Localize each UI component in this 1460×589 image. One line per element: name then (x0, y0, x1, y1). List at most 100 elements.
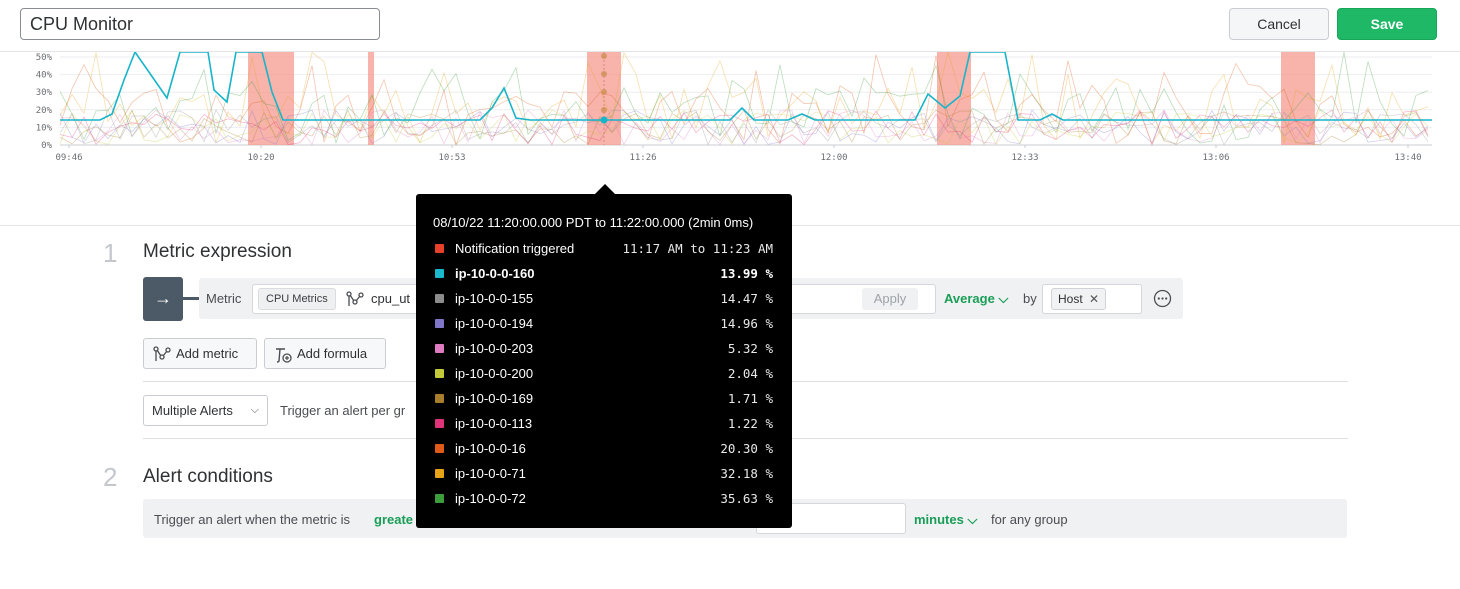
series-swatch (435, 369, 444, 378)
section-title-conditions: Alert conditions (143, 466, 273, 487)
metric-label: Metric (206, 291, 242, 306)
series-name: ip-10-0-0-200 (455, 366, 534, 381)
series-swatch (435, 444, 444, 453)
formula-icon (276, 348, 292, 363)
top-bar: CPU Monitor Cancel Save (0, 0, 1460, 52)
series-value: 20.30 % (720, 441, 773, 456)
series-name: ip-10-0-0-194 (455, 316, 534, 331)
series-value: 5.32 % (727, 341, 773, 356)
cpu-chart[interactable]: 50% 40% 30% 20% 10% 0% 09:46 10:20 10:53 11:26 12… (0, 52, 1460, 172)
series-value: 14.96 % (720, 316, 773, 331)
metric-source-tag[interactable]: CPU Metrics (258, 288, 336, 310)
series-value: 14.47 % (720, 291, 773, 306)
condition-suffix: for any group (991, 512, 1068, 527)
series-name: ip-10-0-0-71 (455, 466, 526, 481)
series-name: ip-10-0-0-113 (455, 416, 533, 431)
x-tick-label: 10:53 (438, 153, 465, 163)
metric-name[interactable]: cpu_ut (371, 291, 410, 306)
condition-prefix: Trigger an alert when the metric is (154, 512, 351, 527)
y-axis-labels: 50% 40% 30% 20% 10% 0% (36, 53, 53, 151)
tooltip-caret (595, 184, 615, 194)
more-options-icon[interactable] (1153, 289, 1172, 308)
y-tick-label: 40% (36, 71, 53, 81)
chevron-down-icon: ⌵ (250, 404, 259, 416)
add-metric-label: Add metric (176, 346, 239, 361)
alert-mode-label: Multiple Alerts (152, 403, 233, 418)
tooltip-series-row: ip-10-0-0-169 1.71 % (433, 389, 773, 409)
tooltip-series-row: ip-10-0-0-16 20.30 % (433, 439, 773, 459)
aggregation-dropdown[interactable]: Average ⌵ (944, 291, 1008, 307)
series-value: 32.18 % (720, 466, 773, 481)
series-value: 1.71 % (727, 391, 773, 406)
tooltip-series-row: ip-10-0-0-194 14.96 % (433, 314, 773, 334)
aggregation-label: Average (944, 291, 995, 306)
series-swatch (435, 344, 444, 353)
series-value: 2.04 % (727, 366, 773, 381)
crosshair-point (601, 53, 607, 59)
tooltip-series-row: ip-10-0-0-72 35.63 % (433, 489, 773, 509)
unit-dropdown[interactable]: minutes ⌵ (914, 512, 977, 528)
crosshair-point (601, 107, 607, 113)
series-name: ip-10-0-0-155 (455, 291, 534, 306)
condition-operator-dropdown[interactable]: greate (374, 512, 413, 527)
save-button[interactable]: Save (1337, 8, 1437, 40)
add-formula-button[interactable]: Add formula (264, 338, 386, 369)
y-tick-label: 50% (36, 53, 53, 63)
tooltip-series-row: ip-10-0-0-155 14.47 % (433, 289, 773, 309)
y-tick-label: 30% (36, 88, 53, 98)
x-tick-label: 09:46 (55, 153, 82, 163)
tooltip-series-row: ip-10-0-0-200 2.04 % (433, 364, 773, 384)
metric-icon (346, 291, 364, 306)
x-tick-label: 13:40 (1394, 153, 1421, 163)
close-icon[interactable]: ✕ (1089, 292, 1099, 306)
series-swatch (435, 494, 444, 503)
cancel-button[interactable]: Cancel (1229, 8, 1329, 40)
step-number-2: 2 (103, 462, 118, 492)
hover-point (600, 116, 608, 124)
notification-label: Notification triggered (455, 241, 575, 256)
x-tick-label: 10:20 (247, 153, 274, 163)
alert-mode-select[interactable]: Multiple Alerts ⌵ (143, 395, 268, 426)
metric-icon (153, 346, 171, 361)
series-name: ip-10-0-0-169 (455, 391, 534, 406)
group-by-tag-label: Host (1058, 292, 1083, 306)
tooltip-series-row: ip-10-0-0-71 32.18 % (433, 464, 773, 484)
tooltip-series-row: ip-10-0-0-203 5.32 % (433, 339, 773, 359)
series-name: ip-10-0-0-72 (455, 491, 526, 506)
by-label: by (1023, 291, 1037, 306)
tooltip-series-row: ip-10-0-0-160 13.99 % (433, 264, 773, 284)
series-swatch (435, 419, 444, 428)
chevron-down-icon: ⌵ (998, 291, 1009, 306)
monitor-title-input[interactable]: CPU Monitor (20, 8, 380, 40)
tooltip-series-row: ip-10-0-0-113 1.22 % (433, 414, 773, 434)
series-name: ip-10-0-0-16 (455, 441, 526, 456)
series-swatch (435, 269, 444, 278)
notification-value: 11:17 AM to 11:23 AM (622, 241, 773, 256)
series-swatch (435, 394, 444, 403)
unit-label: minutes (914, 512, 964, 527)
query-arrow-icon[interactable]: → (143, 277, 183, 321)
tooltip-time-range: 08/10/22 11:20:00.000 PDT to 11:22:00.00… (433, 215, 754, 230)
series-swatch (435, 319, 444, 328)
crosshair-point (601, 71, 607, 77)
x-tick-label: 12:33 (1011, 153, 1038, 163)
add-formula-label: Add formula (297, 346, 368, 361)
y-tick-label: 0% (41, 141, 52, 151)
x-tick-label: 13:06 (1202, 153, 1229, 163)
y-tick-label: 20% (36, 106, 53, 116)
x-axis-labels: 09:46 10:20 10:53 11:26 12:00 12:33 13:06 13:40 (55, 153, 1421, 163)
tooltip-notification-row: Notification triggered 11:17 AM to 11:23… (433, 239, 773, 259)
group-by-tag[interactable]: Host ✕ (1051, 288, 1107, 310)
query-connector (183, 297, 199, 300)
section-title-metric: Metric expression (143, 241, 292, 262)
step-number-1: 1 (103, 238, 118, 268)
series-value: 35.63 % (720, 491, 773, 506)
series-swatch (435, 469, 444, 478)
chart-tooltip: 08/10/22 11:20:00.000 PDT to 11:22:00.00… (416, 194, 792, 528)
series-value: 13.99 % (720, 266, 773, 281)
add-metric-button[interactable]: Add metric (143, 338, 257, 369)
chevron-down-icon: ⌵ (967, 512, 978, 527)
notification-swatch (435, 244, 444, 253)
series-name: ip-10-0-0-203 (455, 341, 534, 356)
apply-button[interactable]: Apply (862, 288, 918, 310)
